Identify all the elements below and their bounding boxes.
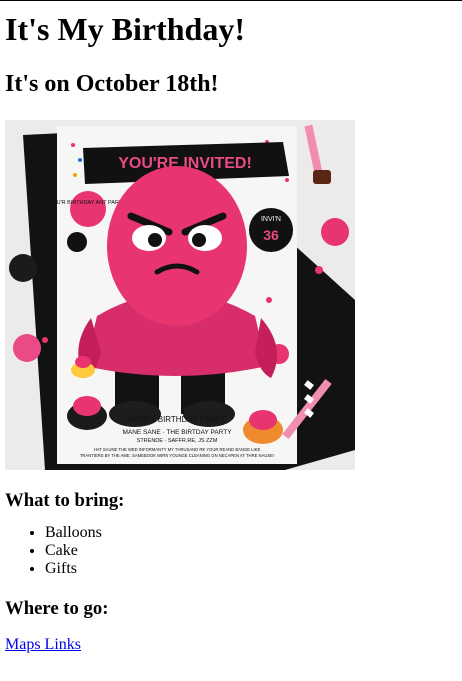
svg-text:INVI'N: INVI'N: [261, 216, 281, 223]
bring-heading: What to bring:: [5, 490, 125, 511]
poster-illustration: YOU'RE INVITED! YOU'R BIRTHDAY ANT PARTY…: [5, 120, 355, 470]
svg-text:STRENDE · SAFFR.RE, JS ZZM: STRENDE · SAFFR.RE, JS ZZM: [137, 438, 218, 444]
list-item: Cake: [45, 542, 457, 560]
invitation-poster-image: YOU'RE INVITED! YOU'R BIRTHDAY ANT PARTY…: [5, 120, 355, 470]
age-badge: INVI'N 36: [249, 208, 293, 252]
list-item: Gifts: [45, 560, 457, 578]
svg-text:HAPPY BIRTHDAY PARTY: HAPPY BIRTHDAY PARTY: [129, 415, 227, 424]
svg-text:HAT SAUNE THE WED INFORMANTY M: HAT SAUNE THE WED INFORMANTY MY THRUSAND…: [94, 447, 261, 452]
svg-text:TRANTIERS BY THE AME, SAMEBOOK: TRANTIERS BY THE AME, SAMEBOOK WIRN YOUN…: [80, 453, 274, 458]
svg-text:36: 36: [263, 227, 279, 243]
list-item: Balloons: [45, 524, 457, 542]
maps-link[interactable]: Maps Links: [5, 636, 81, 654]
page-subtitle: It's on October 18th!: [5, 71, 219, 97]
page-content: It's My Birthday! It's on October 18th!: [5, 8, 457, 654]
where-heading: Where to go:: [5, 598, 109, 619]
bring-list: Balloons Cake Gifts: [5, 524, 457, 578]
top-border: [0, 0, 462, 1]
svg-text:MANE SANE · THE BIRTDAY PARTY: MANE SANE · THE BIRTDAY PARTY: [122, 429, 232, 436]
svg-text:YOU'R BIRTHDAY ANT PARTY!: YOU'R BIRTHDAY ANT PARTY!: [49, 200, 128, 206]
page-title: It's My Birthday!: [5, 11, 245, 47]
